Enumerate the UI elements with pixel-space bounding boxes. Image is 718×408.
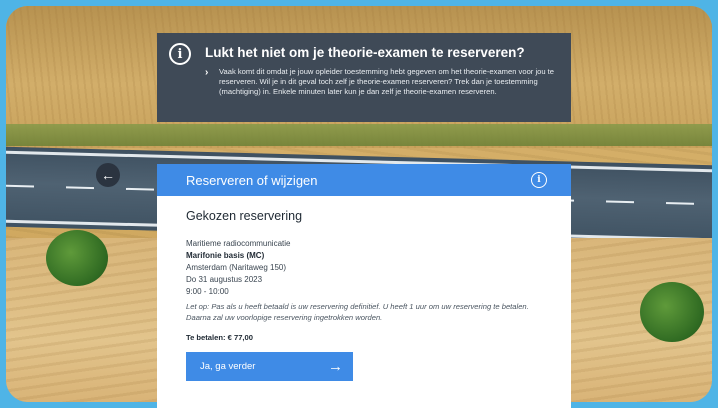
arrow-right-icon: → [328, 358, 343, 375]
info-icon: i [169, 43, 191, 65]
dialog-title: Reserveren of wijzigen [186, 172, 318, 188]
amount-due: Te betalen: € 77,00 [186, 333, 253, 342]
info-banner-text: Vaak komt dit omdat je jouw opleider toe… [219, 67, 555, 96]
reservation-location: Amsterdam (Naritaweg 150) [186, 263, 287, 272]
payment-note: Let op: Pas als u heeft betaald is uw re… [186, 302, 529, 322]
info-banner: i Lukt het niet om je theorie-examen te … [157, 33, 571, 122]
tree [640, 282, 704, 342]
dialog-header: Reserveren of wijzigen i [157, 164, 571, 196]
info-banner-title: Lukt het niet om je theorie-examen te re… [205, 45, 525, 60]
section-title: Gekozen reservering [186, 209, 303, 223]
chevron-right-icon: › [205, 67, 209, 78]
reservation-dialog: Reserveren of wijzigen i Gekozen reserve… [157, 164, 571, 408]
dialog-body: Gekozen reservering Maritieme radiocommu… [157, 196, 571, 381]
info-banner-body: › Vaak komt dit omdat je jouw opleider t… [205, 67, 557, 97]
continue-button[interactable]: Ja, ga verder → [186, 352, 353, 381]
continue-button-label: Ja, ga verder [200, 361, 256, 372]
back-button[interactable]: ← [96, 163, 120, 187]
reservation-time: 9:00 - 10:00 [186, 287, 229, 296]
reservation-exam: Marifonie basis (MC) [186, 251, 265, 260]
tree [46, 230, 108, 286]
reservation-category: Maritieme radiocommunicatie [186, 239, 291, 248]
help-info-icon[interactable]: i [531, 172, 547, 188]
arrow-left-icon: ← [101, 167, 115, 183]
reservation-date: Do 31 augustus 2023 [186, 275, 263, 284]
hedge-row [6, 124, 712, 146]
